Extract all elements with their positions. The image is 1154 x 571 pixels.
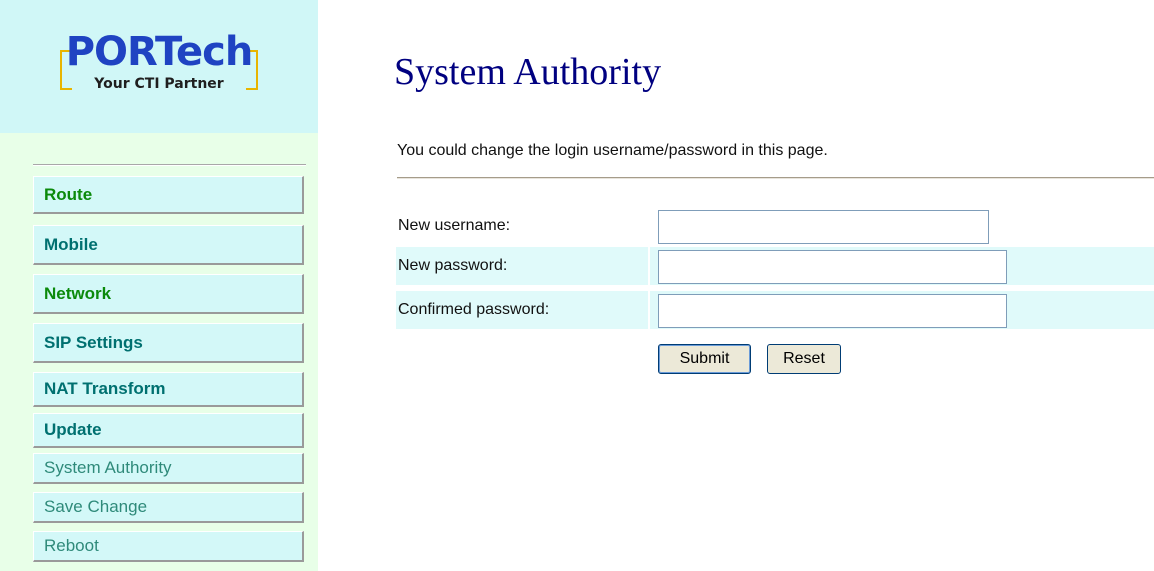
- logo-brand: PORTech: [65, 29, 254, 75]
- sidebar-item-save-change[interactable]: Save Change: [33, 492, 304, 523]
- username-input[interactable]: [658, 210, 989, 244]
- sidebar-item-label: Network: [44, 283, 112, 303]
- logo-tagline: Your CTI Partner: [94, 76, 224, 92]
- sidebar-item-route[interactable]: Route: [33, 176, 304, 214]
- sidebar-item-reboot[interactable]: Reboot: [33, 531, 304, 562]
- portech-logo: PORTech Your CTI Partner: [56, 30, 262, 102]
- username-label: New username:: [396, 207, 648, 245]
- sidebar-item-label: Save Change: [44, 497, 148, 516]
- form-row-confirm: Confirmed password:: [396, 291, 1154, 331]
- page-title: System Authority: [394, 51, 662, 93]
- sidebar-item-sip-settings[interactable]: SIP Settings: [33, 323, 304, 363]
- sidebar-item-label: Reboot: [44, 536, 99, 555]
- confirm-password-input[interactable]: [658, 294, 1007, 328]
- form-row-username: New username:: [396, 207, 1154, 247]
- sidebar-item-network[interactable]: Network: [33, 274, 304, 314]
- sidebar-item-label: Mobile: [44, 234, 98, 254]
- submit-button[interactable]: Submit: [658, 344, 751, 374]
- sidebar-item-label: Route: [44, 184, 93, 204]
- sidebar-item-update[interactable]: Update: [33, 413, 304, 448]
- reset-button[interactable]: Reset: [767, 344, 841, 374]
- logo-area: PORTech Your CTI Partner: [0, 0, 318, 133]
- password-cell: [650, 247, 1154, 285]
- content-divider: [397, 177, 1154, 179]
- sidebar-divider: [33, 164, 306, 166]
- sidebar-item-label: System Authority: [44, 458, 172, 477]
- password-input[interactable]: [658, 250, 1007, 284]
- page-description: You could change the login username/pass…: [397, 142, 828, 159]
- username-cell: [650, 207, 1154, 245]
- confirm-label: Confirmed password:: [396, 291, 648, 329]
- sidebar-item-label: SIP Settings: [44, 332, 143, 352]
- sidebar-item-label: Update: [44, 420, 102, 439]
- confirm-cell: [650, 291, 1154, 329]
- password-label: New password:: [396, 247, 648, 285]
- sidebar-item-mobile[interactable]: Mobile: [33, 225, 304, 265]
- sidebar-item-nat-transform[interactable]: NAT Transform: [33, 372, 304, 407]
- sidebar-item-label: NAT Transform: [44, 379, 166, 398]
- sidebar-item-system-authority[interactable]: System Authority: [33, 453, 304, 484]
- sidebar: PORTech Your CTI Partner Route Mobile Ne…: [0, 0, 318, 571]
- form-row-password: New password:: [396, 247, 1154, 287]
